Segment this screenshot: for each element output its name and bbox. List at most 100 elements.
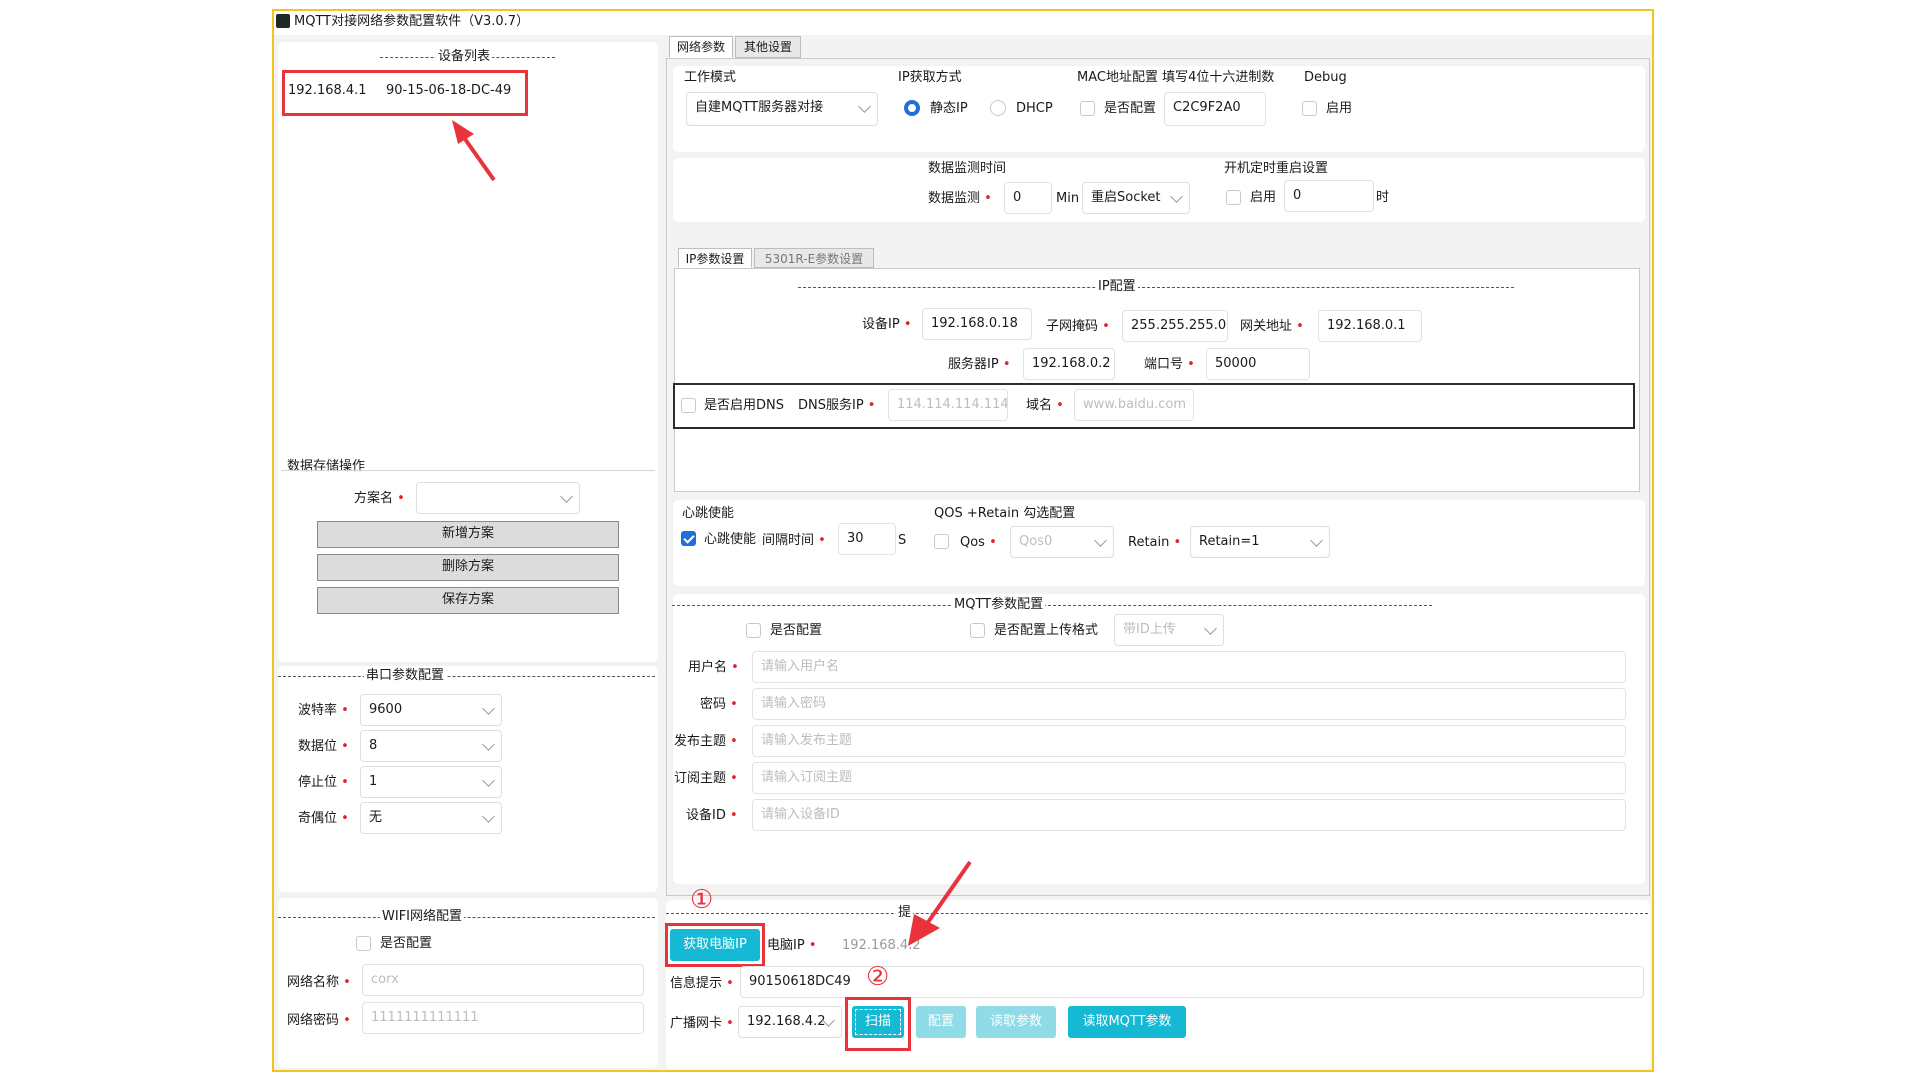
ssid-input[interactable]: corx — [362, 964, 644, 996]
dns-enable-checkbox[interactable] — [681, 398, 696, 413]
mqtt-sub-label: 订阅主题 — [674, 770, 738, 788]
data-storage-title: 数据存储操作 — [287, 459, 366, 474]
mqtt-device-id-input[interactable]: 请输入设备ID — [752, 799, 1626, 831]
monitor-label: 数据监测 — [928, 190, 992, 208]
static-ip-radio[interactable] — [904, 100, 920, 116]
ip-config-divider — [798, 287, 1514, 288]
subnet-input[interactable]: 255.255.255.0 — [1122, 310, 1228, 342]
work-mode-select[interactable]: 自建MQTT服务器对接 — [686, 92, 878, 126]
heartbeat-checkbox[interactable] — [681, 531, 696, 546]
heartbeat-enable-label: 心跳使能 — [704, 532, 757, 547]
mqtt-enable-checkbox[interactable] — [746, 623, 761, 638]
dhcp-label: DHCP — [1016, 101, 1053, 116]
upload-format-checkbox[interactable] — [970, 623, 985, 638]
retain-select[interactable]: Retain=1 — [1190, 526, 1330, 558]
wifi-enable-checkbox[interactable] — [356, 936, 371, 951]
databits-label: 数据位 — [298, 738, 349, 756]
timed-restart-input[interactable]: 0 — [1284, 180, 1374, 212]
device-ip-input[interactable]: 192.168.0.18 — [922, 308, 1032, 340]
delete-scheme-button[interactable]: 删除方案 — [317, 554, 619, 581]
tab-ip-params[interactable]: IP参数设置 — [678, 248, 752, 268]
mac-config-title: MAC地址配置 填写4位十六进制数 — [1077, 70, 1275, 85]
dns-server-label: DNS服务IP — [798, 397, 875, 415]
port-label: 端口号 — [1144, 356, 1195, 374]
app-icon — [276, 14, 290, 28]
ip-mode-title: IP获取方式 — [898, 70, 962, 85]
databits-select[interactable]: 8 — [360, 730, 502, 762]
mqtt-title: MQTT参数配置 — [952, 596, 1046, 614]
get-pc-ip-button[interactable]: 获取电脑IP — [670, 929, 760, 961]
mqtt-username-input[interactable]: 请输入用户名 — [752, 651, 1626, 683]
read-params-button[interactable]: 读取参数 — [976, 1006, 1056, 1038]
tab-5301r-params[interactable]: 5301R-E参数设置 — [754, 248, 874, 268]
mac-enable-label: 是否配置 — [1104, 101, 1157, 116]
gateway-input[interactable]: 192.168.0.1 — [1318, 310, 1422, 342]
dns-enable-label: 是否启用DNS — [704, 398, 784, 413]
tab-network[interactable]: 网络参数 — [669, 36, 733, 58]
wifi-enable-label: 是否配置 — [380, 936, 433, 951]
wifi-password-input[interactable]: 1111111111111 — [362, 1002, 644, 1034]
chevron-down-icon — [482, 738, 495, 751]
wifi-divider — [278, 917, 655, 918]
timed-restart-enable-label: 启用 — [1250, 190, 1277, 205]
mac-input[interactable]: C2C9F2A0 — [1164, 92, 1266, 126]
parity-label: 奇偶位 — [298, 810, 349, 828]
timed-restart-checkbox[interactable] — [1226, 190, 1241, 205]
heartbeat-title: 心跳使能 — [682, 506, 735, 521]
server-ip-input[interactable]: 192.168.0.2 — [1023, 348, 1115, 380]
upload-format-select[interactable]: 带ID上传 — [1114, 614, 1224, 646]
chevron-down-icon — [1094, 534, 1107, 547]
stopbits-select[interactable]: 1 — [360, 766, 502, 798]
wifi-title: WIFI网络配置 — [380, 908, 464, 926]
subnet-label: 子网掩码 — [1046, 318, 1110, 336]
add-scheme-button[interactable]: 新增方案 — [317, 521, 619, 548]
scan-button[interactable]: 扫描 — [852, 1006, 904, 1038]
device-list-item[interactable]: 192.168.4.1 90-15-06-18-DC-49 — [288, 82, 518, 104]
arrow-annotation-1 — [452, 120, 496, 182]
wifi-password-label: 网络密码 — [287, 1012, 351, 1030]
static-ip-label: 静态IP — [930, 101, 968, 116]
server-ip-label: 服务器IP — [948, 356, 1011, 374]
monitor-input[interactable]: 0 — [1004, 182, 1052, 214]
gateway-label: 网关地址 — [1240, 318, 1304, 336]
config-button[interactable]: 配置 — [916, 1006, 966, 1038]
mac-enable-checkbox[interactable] — [1080, 101, 1095, 116]
qos-select[interactable]: Qos0 — [1010, 526, 1114, 558]
qos-title: QOS +Retain 勾选配置 — [934, 506, 1076, 521]
ip-config-title: IP配置 — [1096, 278, 1138, 296]
mqtt-pub-label: 发布主题 — [674, 733, 738, 751]
restart-socket-select[interactable]: 重启Socket — [1082, 182, 1190, 214]
debug-enable-checkbox[interactable] — [1302, 101, 1317, 116]
device-ip: 192.168.4.1 — [288, 83, 367, 98]
debug-enable-label: 启用 — [1326, 101, 1353, 116]
mqtt-pub-input[interactable]: 请输入发布主题 — [752, 725, 1626, 757]
tab-other[interactable]: 其他设置 — [735, 36, 801, 58]
mqtt-device-id-label: 设备ID — [686, 807, 738, 825]
port-input[interactable]: 50000 — [1206, 348, 1310, 380]
mqtt-password-input[interactable]: 请输入密码 — [752, 688, 1626, 720]
dhcp-radio[interactable] — [990, 100, 1006, 116]
retain-label: Retain — [1128, 534, 1181, 552]
baud-select[interactable]: 9600 — [360, 694, 502, 726]
qos-checkbox[interactable] — [934, 534, 949, 549]
parity-select[interactable]: 无 — [360, 802, 502, 834]
read-mqtt-params-button[interactable]: 读取MQTT参数 — [1068, 1006, 1186, 1038]
domain-input[interactable]: www.baidu.com — [1074, 389, 1194, 421]
chevron-down-icon — [560, 490, 573, 503]
mqtt-sub-input[interactable]: 请输入订阅主题 — [752, 762, 1626, 794]
serial-divider — [278, 676, 655, 677]
baud-label: 波特率 — [298, 702, 349, 720]
device-ip-label: 设备IP — [862, 316, 912, 334]
domain-label: 域名 — [1026, 397, 1064, 415]
save-scheme-button[interactable]: 保存方案 — [317, 587, 619, 614]
work-mode-title: 工作模式 — [684, 70, 737, 85]
heartbeat-interval-input[interactable]: 30 — [838, 523, 896, 555]
nic-select[interactable]: 192.168.4.2 — [738, 1006, 842, 1038]
step-1-marker: ① — [690, 885, 714, 915]
upload-format-label: 是否配置上传格式 — [994, 623, 1099, 638]
dns-server-input[interactable]: 114.114.114.114 — [888, 389, 1008, 421]
serial-title: 串口参数配置 — [364, 667, 447, 685]
scheme-select[interactable] — [416, 482, 580, 514]
debug-title: Debug — [1304, 70, 1347, 85]
scheme-label: 方案名 — [354, 490, 405, 508]
